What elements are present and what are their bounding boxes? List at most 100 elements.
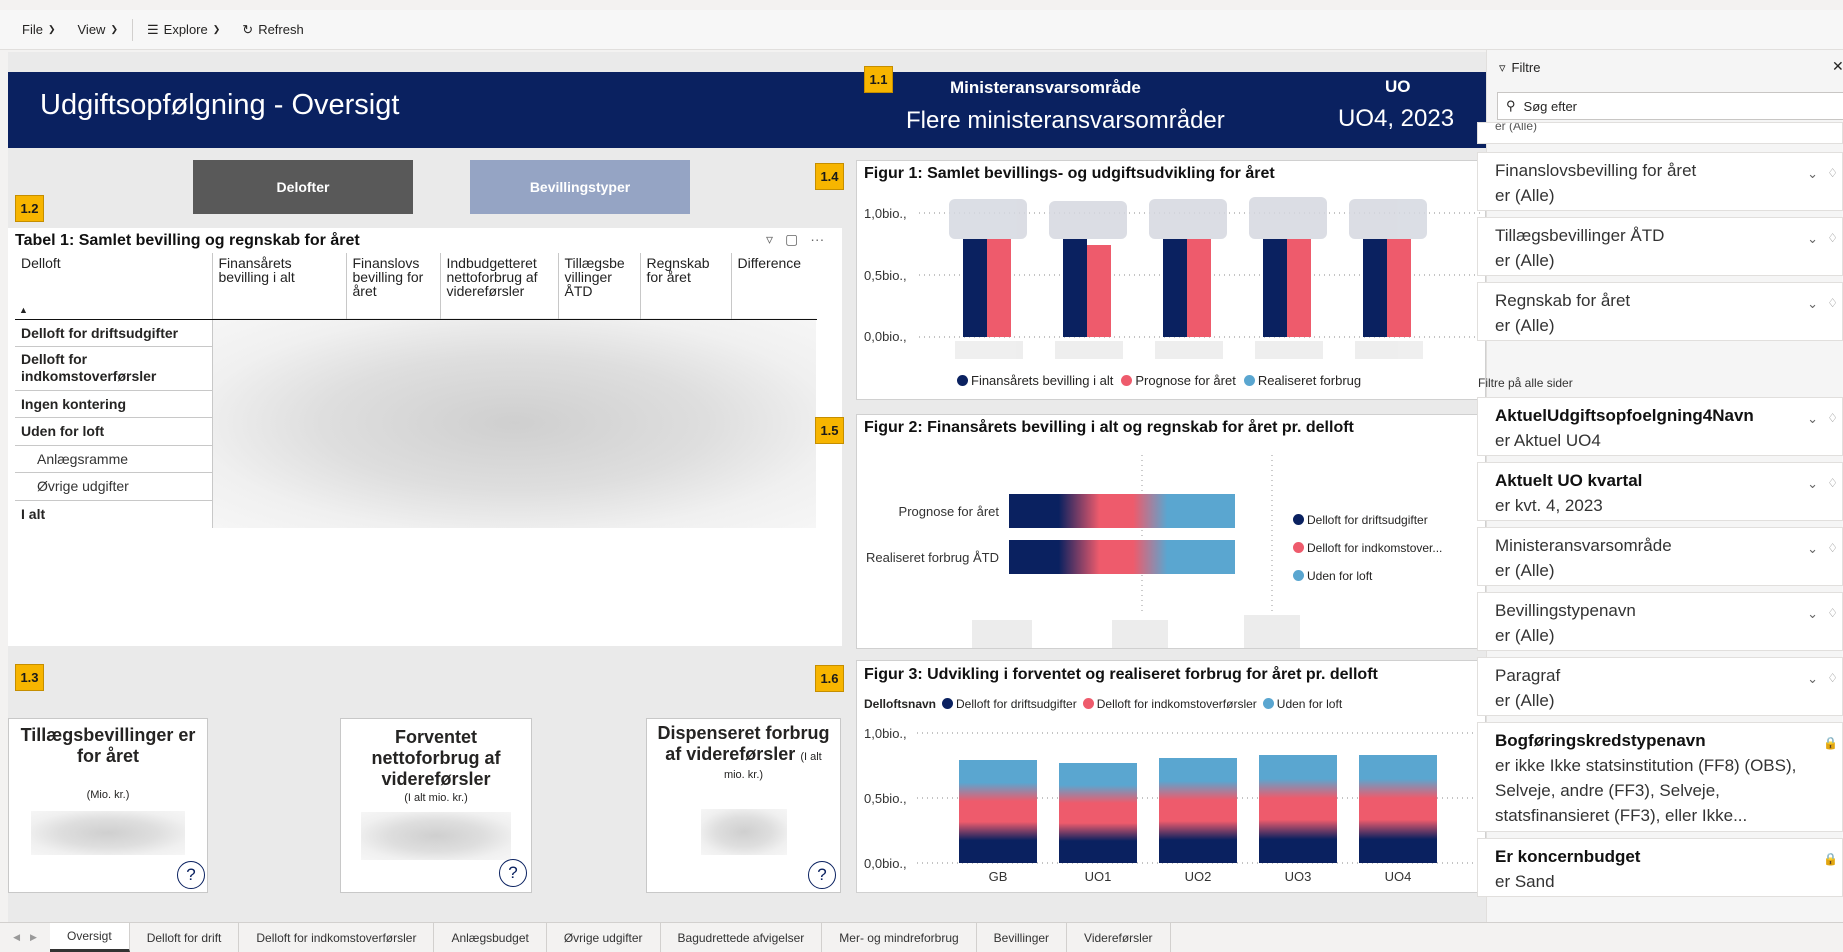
explore-menu[interactable]: ☰ Explore ❯ [147, 22, 220, 38]
tab-oversigt[interactable]: Oversigt [50, 923, 130, 952]
chevron-down-icon[interactable]: ⌄ [1807, 471, 1818, 496]
chevron-right-icon[interactable]: ▶ [30, 932, 37, 943]
chevron-down-icon[interactable]: ⌄ [1807, 536, 1818, 561]
tab-delloft-drift[interactable]: Delloft for drift [130, 923, 240, 952]
refresh-button[interactable]: ↻ Refresh [242, 22, 303, 38]
kpi-card-forventet: Forventet nettoforbrug af videreførsler … [340, 718, 532, 893]
tab-oevrige-udgifter[interactable]: Øvrige udgifter [547, 923, 661, 952]
filter-card-locked[interactable]: Bogføringskredstypenavn er ikke Ikke sta… [1477, 722, 1843, 832]
delofter-label: Delofter [276, 179, 330, 195]
kpi-value-obscured [361, 812, 511, 860]
legend-item[interactable]: Uden for loft [1293, 562, 1442, 590]
chevron-down-icon[interactable]: ⌄ [1807, 291, 1818, 316]
filter-card[interactable]: Paragraf er (Alle) ⌄ ♢ [1477, 657, 1843, 716]
bar-prognose[interactable] [1387, 239, 1411, 337]
obscured-axis-label [1112, 620, 1168, 648]
eraser-icon[interactable]: ♢ [1827, 291, 1838, 316]
eraser-icon[interactable]: ♢ [1827, 601, 1838, 626]
tab-bevillinger[interactable]: Bevillinger [977, 923, 1068, 952]
legend-item[interactable]: Delloft for driftsudgifter [1293, 506, 1442, 534]
chevron-left-icon[interactable]: ◀ [13, 932, 20, 943]
eraser-icon[interactable]: ♢ [1827, 666, 1838, 691]
bar-finansaar[interactable] [1363, 239, 1387, 337]
stacked-bar[interactable] [1259, 755, 1337, 863]
figure1-panel: Figur 1: Samlet bevillings- og udgiftsud… [856, 160, 1486, 400]
column-header[interactable]: Difference [731, 253, 817, 320]
eraser-icon[interactable]: ♢ [1827, 536, 1838, 561]
eraser-icon[interactable]: ♢ [1827, 226, 1838, 251]
filter-card[interactable]: Finanslovsbevilling for året er (Alle) ⌄… [1477, 152, 1843, 211]
row-label[interactable]: Delloft for indkomstoverførsler [15, 345, 213, 391]
eraser-icon[interactable]: ♢ [1827, 406, 1838, 431]
chevron-down-icon[interactable]: ⌄ [1807, 161, 1818, 186]
row-label[interactable]: Anlægsramme [15, 444, 213, 473]
tab-videreforsler[interactable]: Videreførsler [1067, 923, 1171, 952]
column-header[interactable]: Finansårets bevilling i alt [212, 253, 347, 320]
bar-finansaar[interactable] [1263, 239, 1287, 337]
chevron-down-icon: ❯ [110, 24, 118, 34]
filter-card[interactable]: Ministeransvarsområde er (Alle) ⌄ ♢ [1477, 527, 1843, 586]
kpi-unit: mio. kr.) [723, 769, 764, 781]
help-icon[interactable]: ? [177, 861, 205, 889]
view-menu[interactable]: View ❯ [78, 22, 119, 37]
file-menu[interactable]: File ❯ [22, 22, 56, 37]
stacked-bar[interactable] [1059, 763, 1137, 863]
legend-item[interactable]: Realiseret forbrug [1243, 373, 1361, 388]
row-label[interactable]: Ingen kontering [15, 389, 213, 418]
filter-card-locked[interactable]: Er koncernbudget er Sand 🔒 [1477, 838, 1843, 897]
stacked-bar[interactable] [959, 760, 1037, 863]
bar-finansaar[interactable] [963, 239, 987, 337]
more-options-icon[interactable]: ··· [810, 231, 824, 248]
filter-card[interactable]: Regnskab for året er (Alle) ⌄ ♢ [1477, 282, 1843, 341]
filter-card-truncated[interactable]: er (Alle) [1477, 122, 1843, 144]
filter-card[interactable]: Tillægsbevillinger ÅTD er (Alle) ⌄ ♢ [1477, 217, 1843, 276]
row-label[interactable]: Uden for loft [15, 417, 213, 446]
stacked-bar[interactable] [1359, 755, 1437, 863]
row-label[interactable]: Øvrige udgifter [15, 472, 213, 500]
chevron-down-icon[interactable]: ⌄ [1807, 601, 1818, 626]
help-icon[interactable]: ? [499, 859, 527, 887]
bevillingstyper-button[interactable]: Bevillingstyper [470, 160, 690, 214]
bar-prognose[interactable] [1087, 245, 1111, 337]
chevron-down-icon[interactable]: ⌄ [1807, 406, 1818, 431]
legend-item[interactable]: Finansårets bevilling i alt [957, 373, 1113, 388]
row-label[interactable]: I alt [15, 499, 213, 528]
delofter-button[interactable]: Delofter [193, 160, 413, 214]
help-icon[interactable]: ? [808, 861, 836, 889]
filter-name: Er koncernbudget [1495, 847, 1641, 866]
bar-realiseret-stacked[interactable] [1009, 540, 1235, 574]
close-icon[interactable]: ✕ [1832, 58, 1843, 75]
stacked-bar[interactable] [1159, 758, 1237, 863]
column-header[interactable]: Finanslovs bevilling for året [346, 253, 441, 320]
chevron-down-icon[interactable]: ⌄ [1807, 226, 1818, 251]
y-tick-label: 1,0bio., [864, 206, 907, 221]
eraser-icon[interactable]: ♢ [1827, 471, 1838, 496]
column-header[interactable]: Indbudgetteret nettoforbrug af viderefør… [440, 253, 559, 320]
filter-icon[interactable]: ▿ [766, 231, 773, 248]
tab-bagudrettede[interactable]: Bagudrettede afvigelser [661, 923, 823, 952]
filter-card[interactable]: AktuelUdgiftsopfoelgning4Navn er Aktuel … [1477, 397, 1843, 456]
legend-item[interactable]: Delloft for indkomstover... [1293, 534, 1442, 562]
figure1-legend: Finansårets bevilling i alt Prognose for… [957, 373, 1361, 388]
filter-search-input[interactable]: ⚲ Søg efter [1497, 92, 1843, 120]
column-header[interactable]: Regnskab for året [640, 253, 732, 320]
bar-prognose[interactable] [1187, 239, 1211, 337]
bar-finansaar[interactable] [1063, 239, 1087, 337]
filter-card[interactable]: Bevillingstypenavn er (Alle) ⌄ ♢ [1477, 592, 1843, 651]
chevron-down-icon[interactable]: ⌄ [1807, 666, 1818, 691]
bar-prognose-stacked[interactable] [1009, 494, 1235, 528]
bar-prognose[interactable] [987, 239, 1011, 337]
eraser-icon[interactable]: ♢ [1827, 161, 1838, 186]
column-header[interactable]: Tillægsbe villinger ÅTD [558, 253, 641, 320]
tab-mer-mindreforbrug[interactable]: Mer- og mindreforbrug [822, 923, 977, 952]
tab-anlaegsbudget[interactable]: Anlægsbudget [434, 923, 547, 952]
row-label[interactable]: Delloft for driftsudgifter [15, 318, 213, 347]
legend-item[interactable]: Prognose for året [1121, 373, 1236, 388]
filter-card[interactable]: Aktuelt UO kvartal er kvt. 4, 2023 ⌄ ♢ [1477, 462, 1843, 521]
focus-mode-icon[interactable]: ▢ [785, 231, 798, 248]
legend-dot [957, 375, 968, 386]
tab-delloft-indkomst[interactable]: Delloft for indkomstoverførsler [239, 923, 435, 952]
column-header[interactable]: Delloft ▲ [15, 253, 213, 320]
bar-finansaar[interactable] [1163, 239, 1187, 337]
bar-prognose[interactable] [1287, 239, 1311, 337]
